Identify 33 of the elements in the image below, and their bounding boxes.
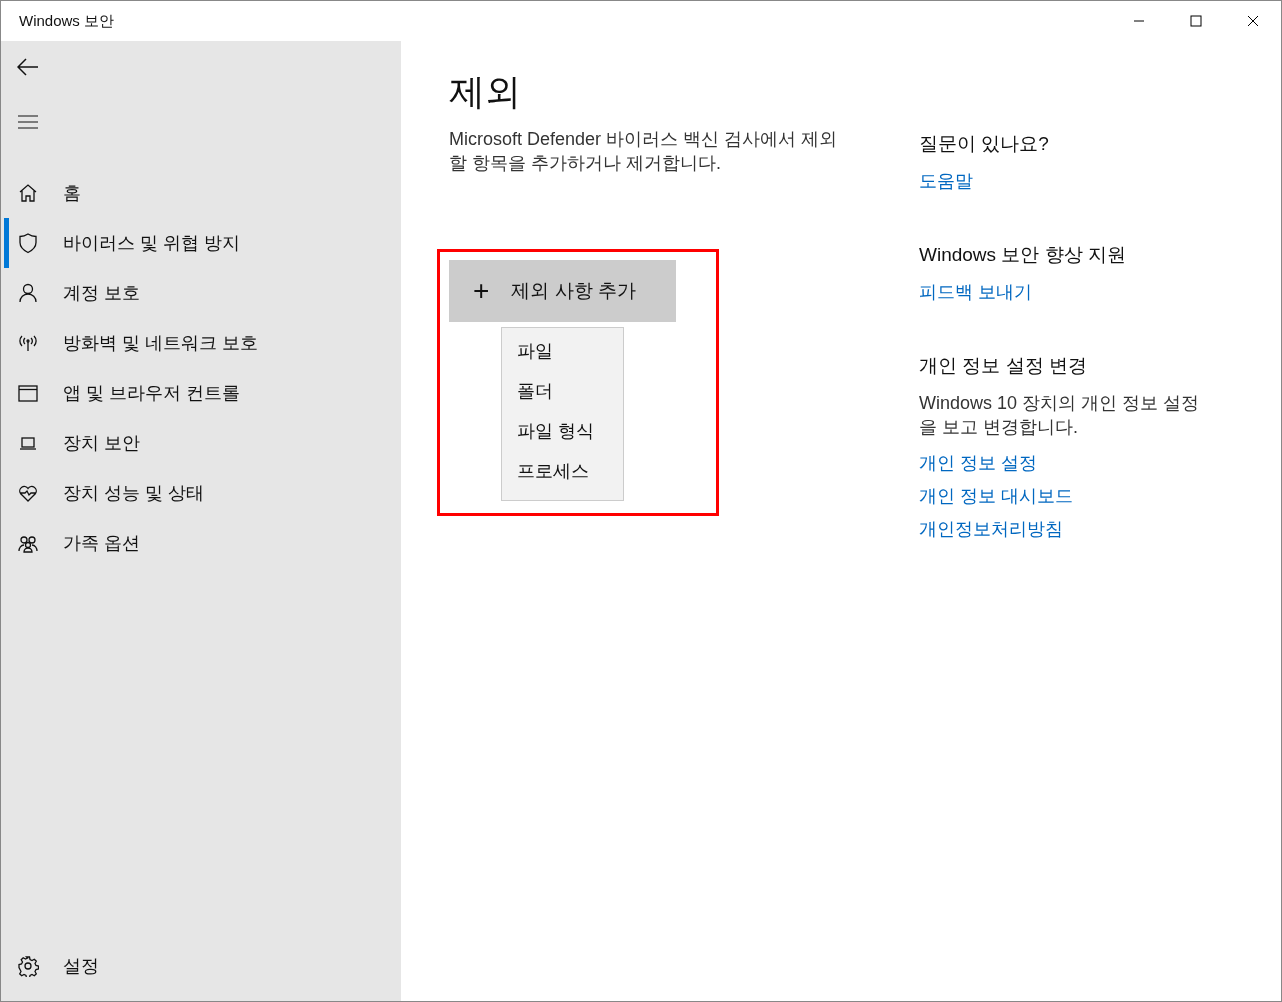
sidebar-item[interactable]: 계정 보호 [1, 268, 401, 318]
section-heading: 개인 정보 설정 변경 [919, 354, 1088, 378]
window-title: Windows 보안 [19, 11, 115, 31]
page-title: 제외 [449, 70, 522, 114]
link[interactable]: 피드백 보내기 [919, 276, 1032, 309]
close-icon [1246, 15, 1259, 27]
sidebar-item[interactable]: 장치 성능 및 상태 [1, 468, 401, 518]
link[interactable]: 개인 정보 설정 [919, 447, 1037, 480]
menu-item[interactable]: 파일 형식 [502, 414, 623, 454]
link[interactable]: 개인 정보 대시보드 [919, 480, 1073, 513]
page-description: Microsoft Defender 바이러스 백신 검사에서 제외할 항목을 추가하거나 제거합니다. [449, 128, 839, 175]
settings-item[interactable]: 설정 [1, 941, 401, 991]
home-icon [17, 182, 39, 204]
sidebar-item[interactable]: 방화벽 및 네트워크 보호 [1, 318, 401, 368]
window-icon [17, 382, 39, 404]
add-exclusion-button[interactable]: + 제외 사항 추가 [449, 260, 676, 322]
link[interactable]: 도움말 [919, 165, 973, 198]
sidebar-item[interactable]: 앱 및 브라우저 컨트롤 [1, 368, 401, 418]
sidebar-item[interactable]: 바이러스 및 위협 방지 [1, 218, 401, 268]
link[interactable]: 개인정보처리방침 [919, 513, 1063, 546]
shield-icon [17, 232, 39, 254]
menu-item[interactable]: 프로세스 [502, 454, 623, 494]
sidebar-item[interactable]: 홈 [1, 168, 401, 218]
menu-item[interactable]: 폴더 [502, 374, 623, 414]
menu-item[interactable]: 파일 [502, 334, 623, 374]
section-text: Windows 10 장치의 개인 정보 설정을 보고 변경합니다. [919, 392, 1201, 439]
settings-icon [17, 955, 39, 977]
section-heading: 질문이 있나요? [919, 132, 1050, 156]
sidebar-item[interactable]: 장치 보안 [1, 418, 401, 468]
maximize-icon [1189, 15, 1202, 27]
person-icon [17, 282, 39, 304]
sidebar-item[interactable]: 가족 옵션 [1, 518, 401, 568]
section-heading: Windows 보안 향상 지원 [919, 243, 1127, 267]
